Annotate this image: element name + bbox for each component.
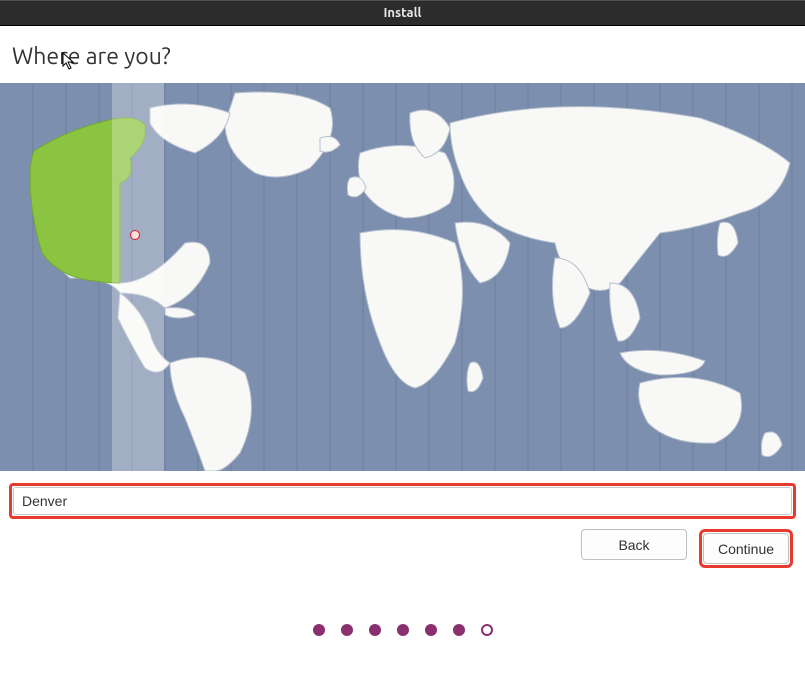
progress-dots [0,624,805,636]
progress-dot [313,624,325,636]
continue-button-highlight: Continue [699,529,793,568]
location-field-highlight [9,483,796,519]
progress-dot [425,624,437,636]
timezone-map[interactable] [0,83,805,471]
progress-dot [453,624,465,636]
page-title: Where are you? [0,26,805,83]
progress-dot [341,624,353,636]
location-input[interactable] [13,487,792,515]
selected-timezone-band [112,83,164,471]
location-pin-icon [130,230,140,240]
window-titlebar[interactable]: Install [0,0,805,26]
back-button[interactable]: Back [581,529,687,560]
continue-button[interactable]: Continue [703,533,789,564]
progress-dot-current [481,624,493,636]
installer-page: Where are you? [0,26,805,636]
window-title: Install [384,6,422,20]
button-row: Back Continue [0,519,805,568]
progress-dot [369,624,381,636]
progress-dot [397,624,409,636]
